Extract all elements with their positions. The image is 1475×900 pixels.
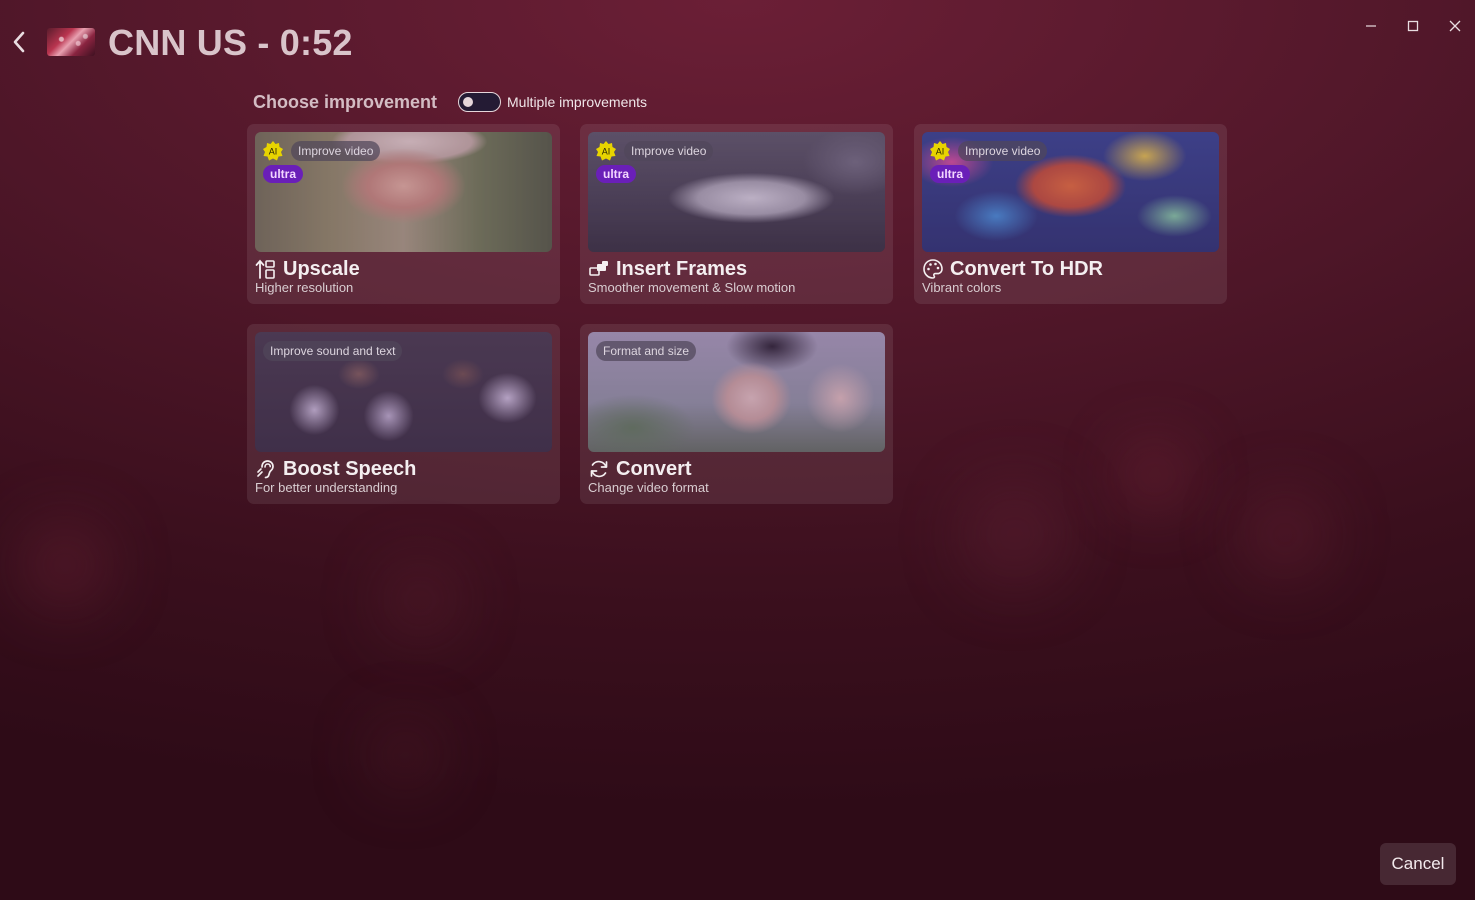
maximize-icon (1407, 20, 1419, 32)
category-pill: Improve video (624, 141, 714, 161)
card-upscale[interactable]: AI Improve video ultra Upscale Higher re… (247, 124, 560, 304)
card-title: Upscale (283, 257, 360, 280)
cancel-button[interactable]: Cancel (1380, 843, 1456, 885)
hearing-icon (255, 458, 277, 480)
ai-badge-icon: AI (263, 141, 283, 161)
toggle-knob (463, 96, 473, 107)
ultra-badge: ultra (596, 165, 637, 183)
card-subtitle: Change video format (588, 480, 709, 495)
card-title: Insert Frames (616, 257, 748, 280)
card-subtitle: Smoother movement & Slow motion (588, 280, 796, 295)
card-title: Convert (616, 457, 692, 480)
svg-text:AI: AI (269, 147, 278, 157)
multiple-improvements-toggle[interactable] (458, 92, 501, 112)
minimize-button[interactable] (1356, 14, 1386, 38)
card-convert-to-hdr[interactable]: AI Improve video ultra Convert To HDR Vi… (914, 124, 1227, 304)
section-title: Choose improvement (253, 92, 438, 112)
maximize-button[interactable] (1398, 14, 1428, 38)
card-subtitle: Vibrant colors (922, 280, 1002, 295)
minimize-icon (1366, 25, 1376, 27)
window-title: CNN US - 0:52 (108, 22, 353, 63)
category-pill: Improve video (291, 141, 381, 161)
upscale-preview-image: AI Improve video ultra (255, 132, 552, 252)
ai-badge-icon: AI (930, 141, 950, 161)
card-title: Convert To HDR (950, 257, 1103, 280)
ultra-badge: ultra (930, 165, 971, 183)
close-icon (1449, 20, 1461, 32)
chevron-left-icon (13, 31, 25, 53)
convert-preview-image: Format and size (588, 332, 885, 452)
back-button[interactable] (6, 28, 32, 56)
category-pill: Improve video (958, 141, 1048, 161)
card-subtitle: Higher resolution (255, 280, 354, 295)
close-button[interactable] (1440, 14, 1470, 38)
insert-frames-preview-image: AI Improve video ultra (588, 132, 885, 252)
frames-icon (588, 258, 610, 280)
card-subtitle: For better understanding (255, 480, 398, 495)
card-convert[interactable]: Format and size Convert Change video for… (580, 324, 893, 504)
hdr-preview-image: AI Improve video ultra (922, 132, 1219, 252)
palette-icon (922, 258, 944, 280)
ai-badge-icon: AI (596, 141, 616, 161)
upscale-icon (255, 258, 277, 280)
ultra-badge: ultra (263, 165, 304, 183)
card-boost-speech[interactable]: Improve sound and text Boost Speech For … (247, 324, 560, 504)
refresh-icon (588, 458, 610, 480)
svg-text:AI: AI (602, 147, 611, 157)
category-pill: Improve sound and text (263, 341, 403, 361)
card-insert-frames[interactable]: AI Improve video ultra Insert Frames Smo… (580, 124, 893, 304)
card-title: Boost Speech (283, 457, 417, 480)
category-pill: Format and size (596, 341, 697, 361)
svg-text:AI: AI (936, 147, 945, 157)
toggle-label: Multiple improvements (507, 94, 648, 110)
boost-speech-preview-image: Improve sound and text (255, 332, 552, 452)
video-thumbnail (47, 28, 95, 56)
